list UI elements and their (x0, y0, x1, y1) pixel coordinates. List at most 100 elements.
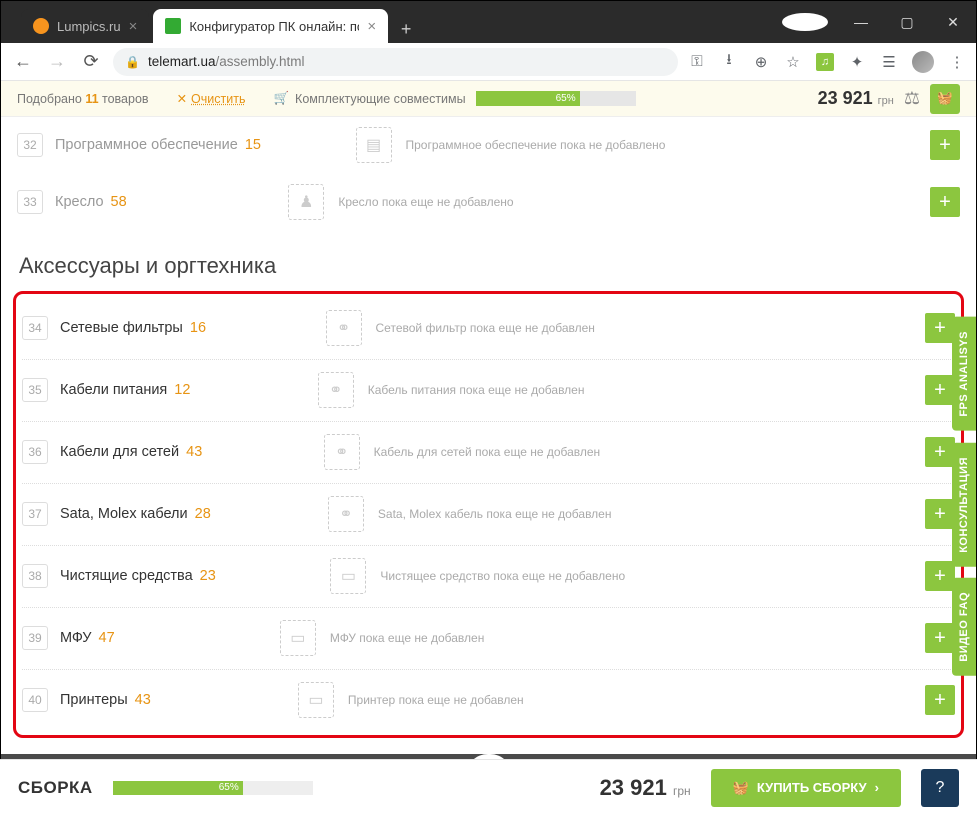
buy-label: КУПИТЬ СБОРКУ (757, 780, 867, 795)
cart-compat-icon: 🛒 (273, 91, 289, 106)
browser-tabs: Lumpics.ru × Конфигуратор ПК онлайн: под… (1, 1, 420, 43)
profile-icon[interactable] (782, 13, 828, 31)
url-input[interactable]: 🔒 telemart.ua/assembly.html (113, 48, 678, 76)
reload-button[interactable]: ⟳ (79, 50, 103, 74)
clear-icon: ✕ (177, 91, 187, 106)
install-icon[interactable]: ⭳ (720, 53, 738, 71)
category-row: 36 Кабели для сетей 43 ⚭ Кабель для сете… (16, 422, 961, 483)
category-row: 35 Кабели питания 12 ⚭ Кабель питания по… (16, 360, 961, 421)
row-placeholder-icon: ⚭ (326, 310, 362, 346)
row-placeholder-icon: ▭ (330, 558, 366, 594)
row-number: 40 (22, 688, 48, 712)
picked-unit: товаров (102, 92, 149, 106)
titlebar: Lumpics.ru × Конфигуратор ПК онлайн: под… (1, 1, 976, 43)
add-button[interactable]: + (925, 623, 955, 653)
row-count: 58 (107, 194, 127, 210)
row-name[interactable]: МФУ 47 (60, 630, 115, 646)
row-empty-message: Принтер пока еще не добавлен (348, 693, 778, 707)
back-button[interactable]: ← (11, 50, 35, 74)
row-name[interactable]: Sata, Molex кабели 28 (60, 506, 211, 522)
row-count: 12 (170, 382, 190, 398)
clear-link[interactable]: Очистить (191, 92, 245, 106)
row-number: 33 (17, 190, 43, 214)
tab-close-icon[interactable]: × (129, 18, 138, 35)
add-button[interactable]: + (925, 313, 955, 343)
strip-price: 23 921 грн (818, 88, 894, 109)
row-placeholder-icon: ♟ (288, 184, 324, 220)
tab-title: Конфигуратор ПК онлайн: подб (189, 19, 359, 34)
row-empty-message: Программное обеспечение пока не добавлен… (406, 138, 836, 152)
row-count: 47 (95, 630, 115, 646)
highlighted-group: 34 Сетевые фильтры 16 ⚭ Сетевой фильтр п… (13, 291, 964, 738)
window-controls: — ▢ ✕ (782, 1, 976, 43)
add-button[interactable]: + (925, 499, 955, 529)
music-ext-icon[interactable]: ♫ (816, 53, 834, 71)
new-tab-button[interactable]: + (392, 15, 420, 43)
side-tabs: FPS ANALISYS КОНСУЛЬТАЦИЯ ВИДЕО FAQ (952, 317, 976, 676)
key-help-button[interactable]: ? (921, 769, 959, 807)
sidetab-videofaq[interactable]: ВИДЕО FAQ (952, 578, 976, 676)
sidetab-fps[interactable]: FPS ANALISYS (952, 317, 976, 431)
row-count: 43 (182, 444, 202, 460)
row-name[interactable]: Кабели питания 12 (60, 382, 190, 398)
row-name[interactable]: Кресло 58 (55, 194, 127, 210)
row-empty-message: Кабель для сетей пока еще не добавлен (374, 445, 804, 459)
tab-close-icon[interactable]: × (367, 18, 376, 35)
row-count: 16 (186, 320, 206, 336)
add-button[interactable]: + (930, 187, 960, 217)
category-row: 37 Sata, Molex кабели 28 ⚭ Sata, Molex к… (16, 484, 961, 545)
user-avatar-icon[interactable] (912, 51, 934, 73)
buy-button[interactable]: 🧺 КУПИТЬ СБОРКУ › (711, 769, 901, 807)
row-empty-message: Кресло пока еще не добавлено (338, 195, 768, 209)
add-button[interactable]: + (925, 375, 955, 405)
main-content: 32 Программное обеспечение 15 ▤ Программ… (1, 117, 976, 792)
url-domain: telemart.ua (148, 54, 216, 69)
basket-icon: 🧺 (937, 91, 953, 106)
zoom-icon[interactable]: ⊕ (752, 53, 770, 71)
row-count: 43 (131, 692, 151, 708)
buy-bar: СБОРКА 65% 23 921 грн 🧺 КУПИТЬ СБОРКУ › … (0, 759, 977, 815)
add-button[interactable]: + (925, 685, 955, 715)
row-empty-message: Чистящее средство пока еще не добавлено (380, 569, 810, 583)
lock-icon: 🔒 (125, 55, 140, 69)
key-icon[interactable]: ⚿ (688, 53, 706, 71)
scale-icon[interactable]: ⚖ (904, 88, 920, 109)
row-number: 39 (22, 626, 48, 650)
row-name[interactable]: Принтеры 43 (60, 692, 151, 708)
row-empty-message: МФУ пока еще не добавлен (330, 631, 760, 645)
row-name[interactable]: Кабели для сетей 43 (60, 444, 202, 460)
tab-inactive[interactable]: Lumpics.ru × (21, 9, 149, 43)
tab-active[interactable]: Конфигуратор ПК онлайн: подб × (153, 9, 388, 43)
minimize-button[interactable]: — (838, 1, 884, 43)
close-button[interactable]: ✕ (930, 1, 976, 43)
forward-button[interactable]: → (45, 50, 69, 74)
maximize-button[interactable]: ▢ (884, 1, 930, 43)
buybar-price: 23 921 грн (600, 775, 691, 801)
basket-button[interactable]: 🧺 (930, 84, 960, 114)
star-icon[interactable]: ☆ (784, 53, 802, 71)
favicon-icon (165, 18, 181, 34)
row-count: 23 (196, 568, 216, 584)
favicon-icon (33, 18, 49, 34)
row-name[interactable]: Чистящие средства 23 (60, 568, 216, 584)
menu-icon[interactable]: ⋮ (948, 53, 966, 71)
strip-progress: 65% (476, 91, 636, 106)
section-title: Аксессуары и оргтехника (1, 231, 976, 291)
add-button[interactable]: + (925, 561, 955, 591)
row-name[interactable]: Программное обеспечение 15 (55, 137, 261, 153)
compat-label: Комплектующие совместимы (295, 92, 466, 106)
sidetab-consult[interactable]: КОНСУЛЬТАЦИЯ (952, 443, 976, 567)
reading-list-icon[interactable]: ☰ (880, 53, 898, 71)
row-placeholder-icon: ⚭ (318, 372, 354, 408)
chevron-right-icon: › (875, 780, 879, 795)
picked-label: Подобрано (17, 92, 82, 106)
status-strip: Подобрано 11 товаров ✕ Очистить 🛒 Компле… (1, 81, 976, 117)
row-name[interactable]: Сетевые фильтры 16 (60, 320, 206, 336)
add-button[interactable]: + (925, 437, 955, 467)
puzzle-icon[interactable]: ✦ (848, 53, 866, 71)
row-empty-message: Сетевой фильтр пока еще не добавлен (376, 321, 806, 335)
add-button[interactable]: + (930, 130, 960, 160)
row-number: 38 (22, 564, 48, 588)
url-path: /assembly.html (216, 54, 305, 69)
category-row: 33 Кресло 58 ♟ Кресло пока еще не добавл… (1, 174, 976, 231)
